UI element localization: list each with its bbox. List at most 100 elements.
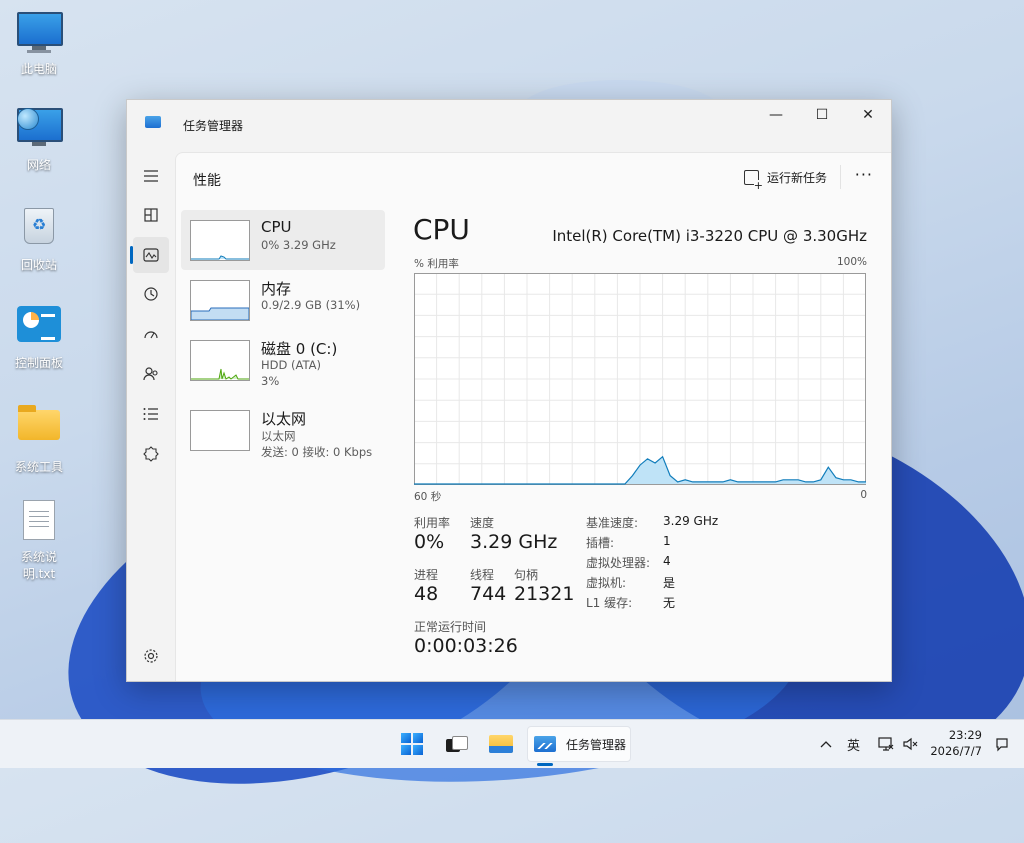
show-hidden-icons-button[interactable]: [820, 720, 832, 768]
cpu-usage-chart: [414, 273, 866, 485]
system-clock[interactable]: 23:29 2026/7/7: [930, 727, 982, 759]
resource-item-ethernet[interactable]: 以太网 以太网 发送: 0 接收: 0 Kbps: [181, 400, 385, 460]
users-icon[interactable]: [139, 362, 163, 386]
sockets-label: 插槽:: [586, 536, 615, 550]
desktop-icon-readme[interactable]: 系统说明.txt: [6, 498, 72, 582]
virtual-machine-label: 虚拟机:: [586, 576, 627, 590]
page-title: 性能: [193, 173, 221, 189]
desktop-icon-label: 网络: [26, 158, 51, 172]
resource-detail-2: 发送: 0 接收: 0 Kbps: [261, 445, 373, 459]
notification-center-icon[interactable]: [994, 720, 1010, 768]
file-explorer-button[interactable]: [484, 726, 518, 762]
sockets-value: 1: [663, 534, 671, 548]
clock-date: 2026/7/7: [930, 744, 982, 758]
toolbar-divider: [840, 165, 841, 189]
minimize-button[interactable]: —: [753, 100, 799, 130]
active-app-indicator: [537, 763, 553, 766]
recycle-bin-icon: [17, 208, 61, 252]
resource-item-cpu[interactable]: CPU 0% 3.29 GHz: [181, 210, 385, 270]
l1-cache-value: 无: [663, 596, 676, 610]
cpu-heading: CPU: [413, 213, 470, 246]
handles-value: 21321: [514, 583, 575, 605]
processes-value: 48: [414, 583, 439, 605]
uptime-value: 0:00:03:26: [414, 635, 518, 657]
hamburger-menu-icon[interactable]: [139, 164, 163, 188]
close-button[interactable]: ✕: [845, 100, 891, 130]
text-file-icon: [17, 500, 61, 544]
threads-label: 线程: [470, 568, 495, 582]
desktop-icon-label: 系统工具: [14, 460, 63, 474]
network-icon: [17, 108, 63, 152]
resource-list: CPU 0% 3.29 GHz 内存 0.9/2.9 GB (31%) 磁盘 0…: [181, 210, 385, 460]
desktop-icon-recycle-bin[interactable]: 回收站: [6, 204, 72, 273]
y-axis-label: % 利用率: [414, 258, 459, 270]
threads-value: 744: [470, 583, 507, 605]
desktop-icon-control-panel[interactable]: 控制面板: [6, 304, 72, 371]
services-icon[interactable]: [139, 442, 163, 466]
run-task-label: 运行新任务: [766, 171, 827, 185]
resource-detail: 以太网: [261, 429, 296, 443]
computer-icon: [17, 12, 63, 56]
cpu-thumbnail: [190, 220, 250, 261]
task-manager-window: 任务管理器 — ☐ ✕ 性能 + 运行新任务 ··· CPU 0% 3.29 G…: [126, 99, 892, 682]
base-speed-value: 3.29 GHz: [663, 514, 719, 528]
task-view-icon: [446, 736, 468, 752]
virtual-processors-value: 4: [663, 554, 671, 568]
taskbar: 任务管理器 英 23:29 2026/7/7: [0, 719, 1024, 768]
resource-name: 以太网: [261, 410, 307, 428]
startup-apps-icon[interactable]: [139, 322, 163, 346]
task-manager-icon: [145, 116, 161, 128]
chevron-up-icon: [820, 741, 832, 748]
desktop-icon-label: 控制面板: [14, 356, 63, 370]
more-options-button[interactable]: ···: [855, 165, 873, 184]
x-right-label: 0: [860, 489, 867, 501]
network-status-icon[interactable]: [878, 720, 894, 768]
title-bar[interactable]: 任务管理器 — ☐ ✕: [127, 100, 891, 140]
virtual-processors-label: 虚拟处理器:: [586, 556, 651, 570]
desktop-icon-label: 回收站: [20, 258, 57, 272]
taskbar-task-manager[interactable]: 任务管理器: [527, 726, 631, 762]
input-method-indicator[interactable]: 英: [847, 720, 860, 768]
base-speed-label: 基准速度:: [586, 516, 639, 530]
uptime-label: 正常运行时间: [414, 620, 487, 634]
settings-icon[interactable]: [139, 644, 163, 668]
task-view-button[interactable]: [440, 726, 472, 762]
performance-icon[interactable]: [133, 237, 169, 273]
resource-item-disk[interactable]: 磁盘 0 (C:) HDD (ATA) 3%: [181, 330, 385, 390]
handles-label: 句柄: [514, 568, 539, 582]
performance-page: 性能 运行新任务 ··· CPU 0% 3.29 GHz 内存 0.9/2.9 …: [175, 152, 891, 681]
clock-time: 23:29: [948, 728, 982, 742]
windows-logo-icon: [401, 733, 423, 755]
desktop-icon-system-tools[interactable]: 系统工具: [6, 402, 72, 475]
nav-rail: [127, 140, 175, 681]
resource-detail: 0.9/2.9 GB (31%): [261, 298, 361, 312]
window-title: 任务管理器: [183, 119, 244, 133]
folder-icon: [489, 735, 513, 753]
resource-name: CPU: [261, 218, 292, 236]
details-icon[interactable]: [139, 402, 163, 426]
app-history-icon[interactable]: [139, 282, 163, 306]
resource-name: 内存: [261, 280, 292, 298]
processes-label: 进程: [414, 568, 439, 582]
utilization-value: 0%: [414, 531, 445, 553]
run-new-task-button[interactable]: 运行新任务: [743, 169, 827, 191]
resource-name: 磁盘 0 (C:): [261, 340, 338, 358]
memory-thumbnail: [190, 280, 250, 321]
folder-icon: [17, 405, 61, 454]
desktop-icon-network[interactable]: 网络: [6, 106, 72, 173]
maximize-button[interactable]: ☐: [799, 100, 845, 130]
task-manager-icon: [534, 736, 556, 752]
y-max-label: 100%: [836, 256, 867, 268]
resource-detail: HDD (ATA): [261, 358, 321, 372]
processes-icon[interactable]: [139, 203, 163, 227]
resource-detail: 0% 3.29 GHz: [261, 238, 336, 252]
desktop-icon-this-pc[interactable]: 此电脑: [6, 10, 72, 77]
x-left-label: 60 秒: [414, 491, 442, 503]
desktop-icon-label: 此电脑: [20, 62, 57, 76]
run-task-icon: [743, 170, 763, 191]
start-button[interactable]: [392, 726, 432, 762]
volume-muted-icon[interactable]: [902, 720, 918, 768]
speed-label: 速度: [470, 516, 495, 530]
desktop-icon-label: 系统说明.txt: [20, 550, 57, 581]
resource-item-memory[interactable]: 内存 0.9/2.9 GB (31%): [181, 270, 385, 330]
